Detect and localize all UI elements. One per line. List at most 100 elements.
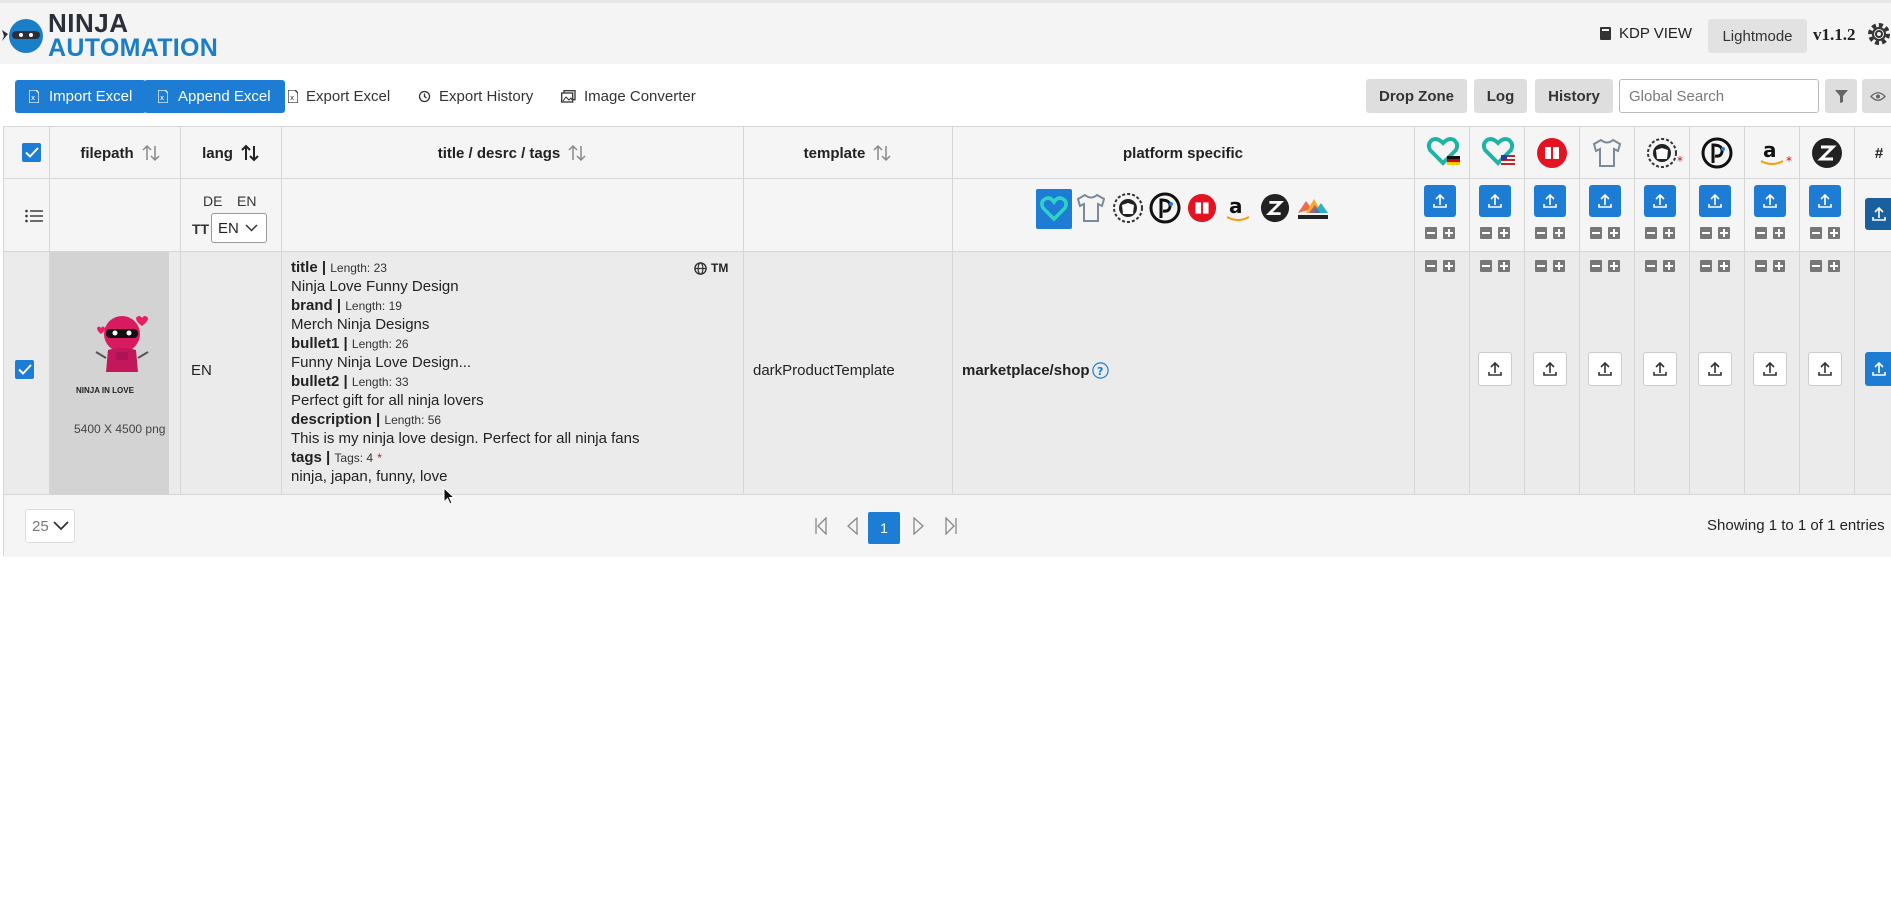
row-ninja-badge-minus-plus[interactable] [1645, 260, 1675, 272]
minus-icon[interactable] [1810, 227, 1822, 239]
plus-icon[interactable] [1718, 227, 1730, 239]
brand-value[interactable]: Merch Ninja Designs [291, 316, 429, 333]
help-icon[interactable]: ? [1091, 362, 1109, 379]
next-page-icon[interactable] [913, 516, 925, 539]
bullet1-value[interactable]: Funny Ninja Love Design... [291, 354, 471, 371]
upload-spreadshirt-us-button[interactable] [1478, 352, 1512, 386]
row-tshirt-minus-plus[interactable] [1590, 260, 1620, 272]
plus-icon[interactable] [1663, 227, 1675, 239]
displate-filter-icon[interactable] [1149, 192, 1181, 228]
upload-row-all-button[interactable] [1865, 352, 1891, 386]
minus-icon[interactable] [1645, 260, 1657, 272]
row-spreadshirt-de-minus-plus[interactable] [1425, 260, 1455, 272]
zazzle-icon[interactable] [1811, 137, 1843, 173]
minus-icon[interactable] [1425, 260, 1437, 272]
tshirt-minus-plus[interactable] [1590, 227, 1620, 239]
minus-icon[interactable] [1425, 227, 1437, 239]
row-template[interactable]: darkProductTemplate [753, 362, 895, 379]
gear-icon[interactable] [1866, 21, 1891, 51]
minus-icon[interactable] [1755, 227, 1767, 239]
upload-all-button[interactable] [1865, 198, 1891, 230]
redbubble-minus-plus[interactable] [1535, 227, 1565, 239]
row-displate-minus-plus[interactable] [1700, 260, 1730, 272]
upload-all-spreadshirt-de-button[interactable] [1424, 185, 1456, 217]
visibility-button[interactable] [1862, 79, 1891, 113]
minus-icon[interactable] [1535, 260, 1547, 272]
upload-amazon-button[interactable] [1753, 352, 1787, 386]
trademark-badge[interactable]: TM [711, 261, 728, 275]
tshirt-filter-icon[interactable] [1076, 192, 1106, 228]
plus-icon[interactable] [1828, 260, 1840, 272]
ninja-badge-filter-icon[interactable] [1112, 192, 1144, 228]
redbubble-filter-icon[interactable] [1187, 193, 1217, 227]
upload-displate-button[interactable] [1698, 352, 1732, 386]
tshirt-icon[interactable] [1591, 137, 1623, 173]
column-filepath[interactable]: filepath [60, 127, 180, 179]
tt-lang-select[interactable]: EN [211, 213, 267, 243]
row-zazzle-minus-plus[interactable] [1810, 260, 1840, 272]
history-button[interactable]: History [1535, 79, 1613, 113]
page-size-select[interactable]: 25 [25, 509, 75, 543]
zazzle-minus-plus[interactable] [1810, 227, 1840, 239]
amazon-filter-icon[interactable]: a [1223, 193, 1253, 227]
globe-icon[interactable] [694, 261, 707, 275]
plus-icon[interactable] [1608, 260, 1620, 272]
platform-specific-value[interactable]: marketplace/shop ? [962, 362, 1109, 379]
tags-value[interactable]: ninja, japan, funny, love [291, 468, 448, 485]
upload-redbubble-button[interactable] [1533, 352, 1567, 386]
plus-icon[interactable] [1553, 227, 1565, 239]
spreadshirt-de-icon[interactable] [1426, 135, 1460, 173]
bullet2-value[interactable]: Perfect gift for all ninja lovers [291, 392, 484, 409]
list-icon[interactable] [25, 209, 43, 227]
select-all-checkbox[interactable] [22, 143, 41, 162]
log-button[interactable]: Log [1474, 79, 1527, 113]
printful-filter-icon[interactable] [1296, 195, 1330, 225]
plus-icon[interactable] [1773, 260, 1785, 272]
plus-icon[interactable] [1828, 227, 1840, 239]
current-page-button[interactable]: 1 [868, 512, 900, 544]
displate-icon[interactable] [1701, 137, 1733, 173]
export-excel-button[interactable]: x Export Excel [288, 80, 390, 113]
plus-icon[interactable] [1553, 260, 1565, 272]
upload-all-spreadshirt-us-button[interactable] [1479, 185, 1511, 217]
lang-de-option[interactable]: DE [203, 193, 222, 209]
upload-all-amazon-button[interactable] [1754, 185, 1786, 217]
spreadshirt-de-minus-plus[interactable] [1425, 227, 1455, 239]
plus-icon[interactable] [1718, 260, 1730, 272]
minus-icon[interactable] [1590, 260, 1602, 272]
plus-icon[interactable] [1498, 260, 1510, 272]
product-thumbnail[interactable] [92, 312, 152, 382]
ninja-badge-minus-plus[interactable] [1645, 227, 1675, 239]
upload-ninja-badge-button[interactable] [1643, 352, 1677, 386]
row-spreadshirt-us-minus-plus[interactable] [1480, 260, 1510, 272]
minus-icon[interactable] [1700, 260, 1712, 272]
row-checkbox[interactable] [15, 360, 34, 379]
lang-en-option[interactable]: EN [237, 193, 256, 209]
column-template[interactable]: template [743, 127, 952, 179]
column-title[interactable]: title / desrc / tags [281, 127, 743, 179]
description-value[interactable]: This is my ninja love design. Perfect fo… [291, 430, 640, 447]
title-value[interactable]: Ninja Love Funny Design [291, 278, 459, 295]
upload-all-ninja-badge-button[interactable] [1644, 185, 1676, 217]
previous-page-icon[interactable] [846, 516, 858, 539]
displate-minus-plus[interactable] [1700, 227, 1730, 239]
spreadshirt-filter-icon[interactable] [1036, 189, 1072, 229]
amazon-minus-plus[interactable] [1755, 227, 1785, 239]
minus-icon[interactable] [1480, 260, 1492, 272]
zazzle-filter-icon[interactable] [1260, 193, 1290, 227]
lightmode-toggle[interactable]: Lightmode [1708, 19, 1807, 53]
plus-icon[interactable] [1443, 227, 1455, 239]
first-page-icon[interactable] [814, 516, 828, 539]
upload-all-redbubble-button[interactable] [1534, 185, 1566, 217]
spreadshirt-us-icon[interactable] [1481, 135, 1515, 173]
import-excel-button[interactable]: x Import Excel [15, 80, 147, 113]
upload-all-displate-button[interactable] [1699, 185, 1731, 217]
plus-icon[interactable] [1773, 227, 1785, 239]
minus-icon[interactable] [1590, 227, 1602, 239]
minus-icon[interactable] [1645, 227, 1657, 239]
ninja-badge-icon[interactable]: * [1646, 137, 1684, 173]
export-history-button[interactable]: Export History [418, 80, 533, 113]
plus-icon[interactable] [1608, 227, 1620, 239]
plus-icon[interactable] [1663, 260, 1675, 272]
upload-zazzle-button[interactable] [1808, 352, 1842, 386]
